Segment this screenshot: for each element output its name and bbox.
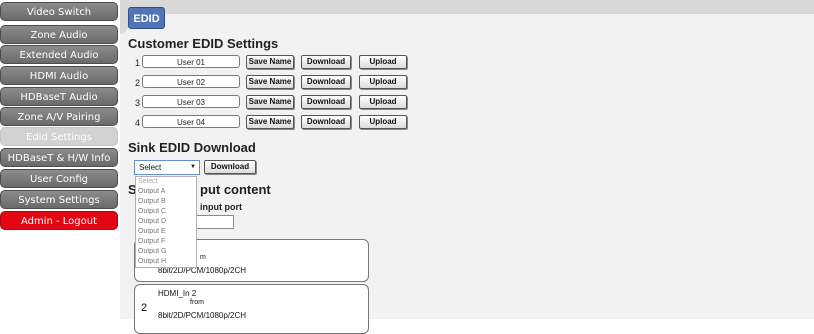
sink-output-select[interactable]: Select ▼ [134,160,200,175]
save-name-button[interactable]: Save Name [246,55,294,69]
upload-button[interactable]: Upload [359,95,407,109]
sidebar-item-user-config[interactable]: User Config [0,169,118,188]
row-number: 4 [135,118,141,128]
sidebar-nav: Video Switch Zone Audio Extended Audio H… [0,0,120,319]
customer-edid-heading: Customer EDID Settings [128,36,279,51]
edid-name-field[interactable]: User 04 [142,115,240,128]
input-card: 2 HDMI_In 2 from 8bit/2D/PCM/1080p/2CH [134,284,369,334]
upload-button[interactable]: Upload [359,75,407,89]
dropdown-option[interactable]: Output B [138,198,166,205]
download-button[interactable]: Download [301,55,351,69]
dropdown-option[interactable]: Output A [138,188,165,195]
input-port-label: input port [200,202,242,212]
sidebar-item-hdmi-audio[interactable]: HDMI Audio [0,66,118,85]
edid-name-field[interactable]: User 03 [142,95,240,108]
sidebar-item-system-settings[interactable]: System Settings [0,190,118,209]
card-from: from [190,299,204,306]
sidebar-item-video-switch[interactable]: Video Switch [0,2,118,21]
row-number: 2 [135,78,141,88]
download-button[interactable]: Download [301,75,351,89]
upload-button[interactable]: Upload [359,115,407,129]
sidebar-item-hdbaset-hw-info[interactable]: HDBaseT & H/W Info [0,148,118,167]
dropdown-option[interactable]: Output F [138,238,165,245]
download-button[interactable]: Download [301,95,351,109]
sidebar-item-edid-settings[interactable]: Edid Settings [0,127,118,146]
edid-name-field[interactable]: User 02 [142,75,240,88]
sidebar-item-extended-audio[interactable]: Extended Audio [0,45,118,64]
input-content-heading: put content [200,182,271,197]
sidebar-item-zone-av-pairing[interactable]: Zone A/V Pairing [0,107,118,126]
save-name-button[interactable]: Save Name [246,75,294,89]
dropdown-arrow-icon: ▼ [190,164,196,170]
save-name-button[interactable]: Save Name [246,115,294,129]
card-number: 2 [141,302,148,314]
save-name-button[interactable]: Save Name [246,95,294,109]
input-port-field[interactable] [196,215,234,229]
select-value: Select [139,163,162,172]
dropdown-option[interactable]: Output C [138,208,166,215]
dropdown-option[interactable]: Output E [138,228,166,235]
sink-download-button[interactable]: Download [204,160,256,174]
dropdown-option[interactable]: Output H [138,258,166,265]
tab-edid[interactable]: EDID [128,7,165,29]
card-title: HDMI_In 2 [158,289,197,298]
top-bar [120,0,814,14]
sidebar-item-zone-audio[interactable]: Zone Audio [0,25,118,44]
edid-name-field[interactable]: User 01 [142,55,240,68]
dropdown-option[interactable]: Output G [138,248,166,255]
sidebar-item-admin-logout[interactable]: Admin - Logout [0,211,118,230]
row-number: 1 [135,58,141,68]
dropdown-option[interactable]: Select [138,178,157,185]
sink-output-dropdown: Select Output A Output B Output C Output… [135,176,197,268]
upload-button[interactable]: Upload [359,55,407,69]
sidebar-item-hdbaset-audio[interactable]: HDBaseT Audio [0,87,118,106]
dropdown-option[interactable]: Output D [138,218,166,225]
sink-edid-heading: Sink EDID Download [128,140,256,155]
row-number: 3 [135,98,141,108]
download-button[interactable]: Download [301,115,351,129]
card-from: m [200,254,206,261]
